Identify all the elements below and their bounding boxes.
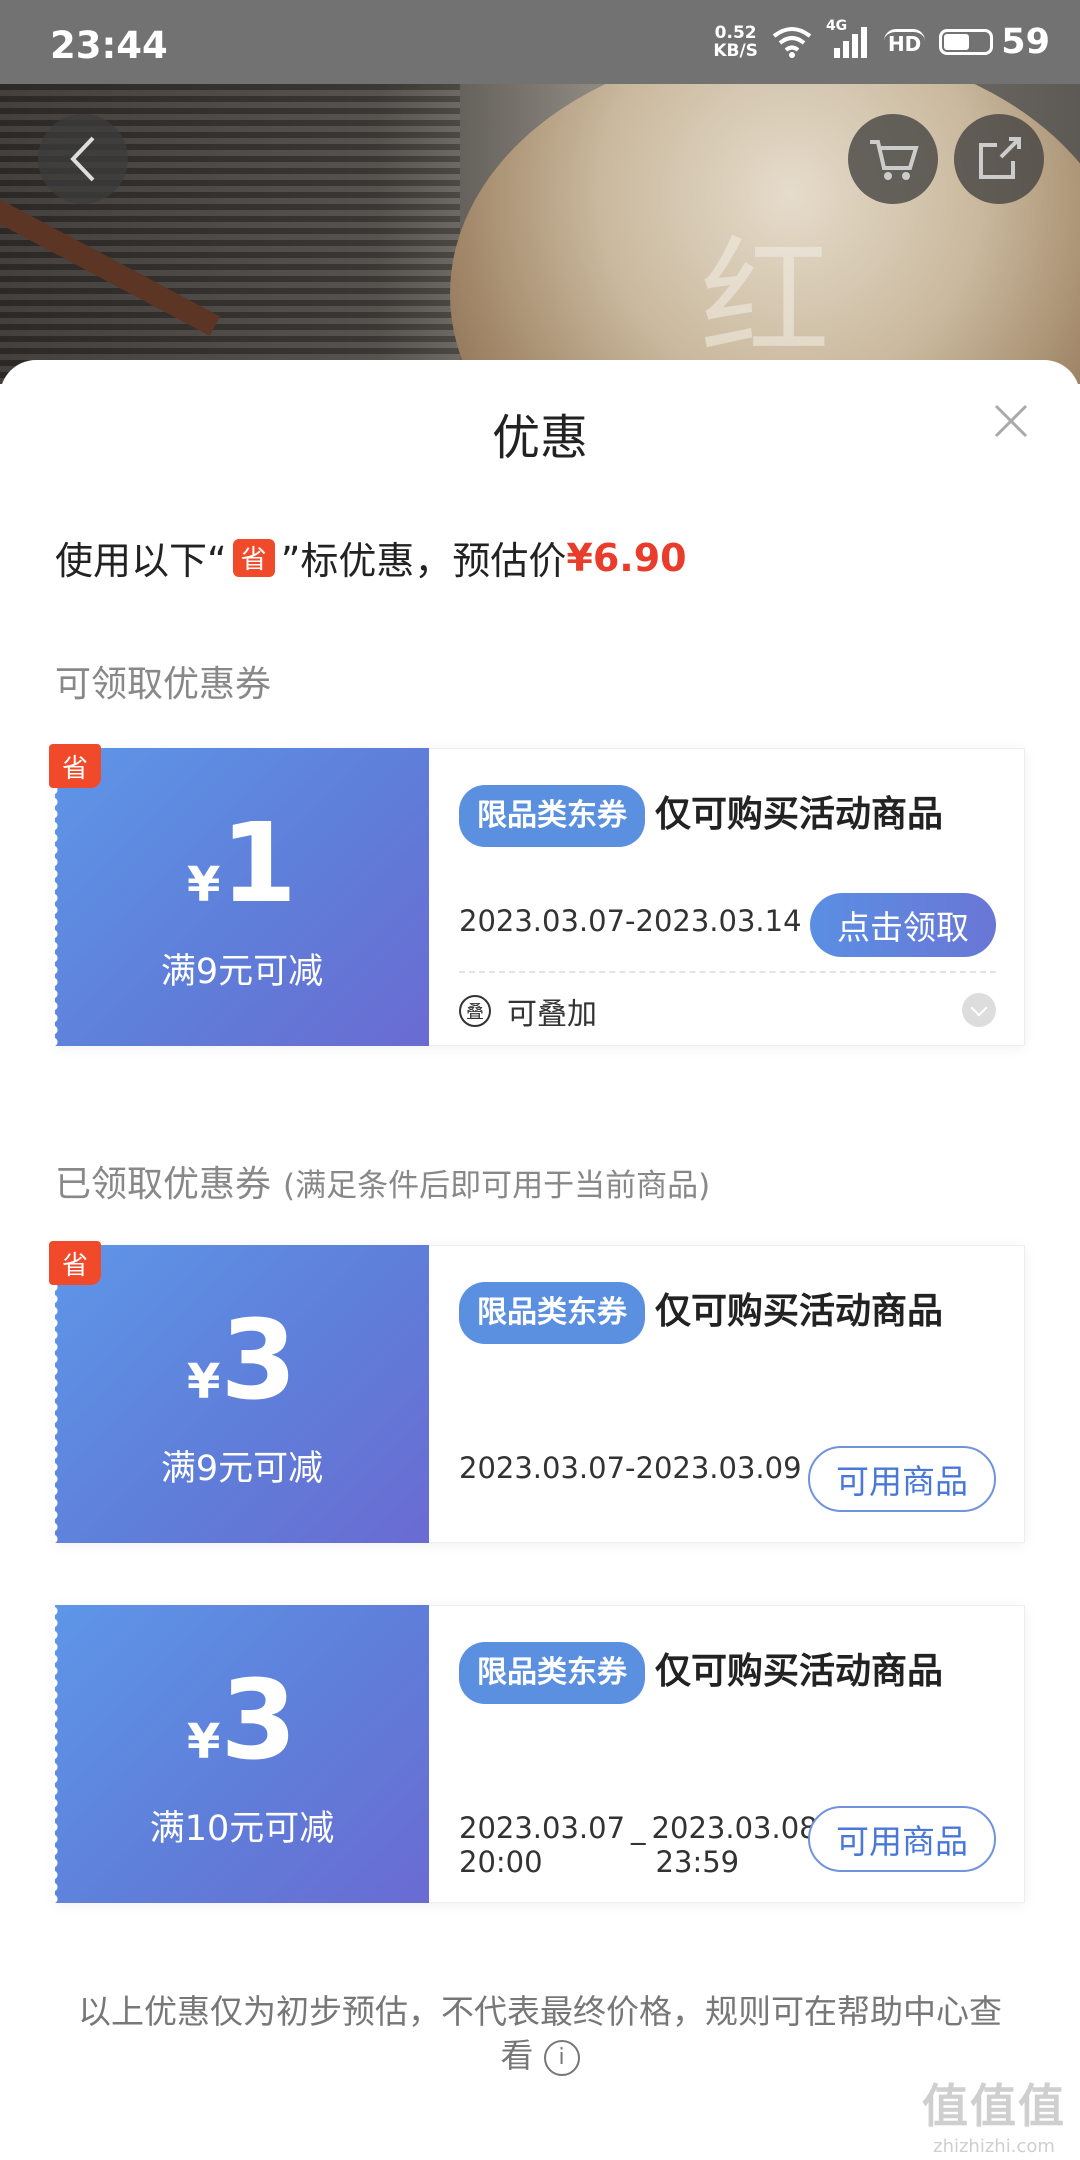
claimed-note: (满足条件后即可用于当前商品) — [283, 1168, 711, 1204]
coupon-title: 限品类东券 仅可购买活动商品 — [459, 785, 979, 847]
info-icon[interactable]: i — [543, 2039, 580, 2076]
coupon-amount: ¥3 — [55, 1665, 429, 1775]
watermark: 值值值 zhizhizhi.com — [922, 2070, 1066, 2157]
coupon-value-panel: ¥1 满9元可减 — [53, 748, 429, 1046]
start-time: 20:00 — [459, 1845, 543, 1879]
coupon-date-range: 2023.03.07 20:00 _ 2023.03.08 23:59 — [459, 1811, 818, 1879]
coupon-card: ¥1 满9元可减 省 限品类东券 仅可购买活动商品 2023.03.07-2023… — [49, 744, 1025, 1046]
estimated-price: ¥6.90 — [566, 535, 687, 580]
coupon-yen: ¥ — [187, 857, 221, 913]
wifi-icon — [772, 27, 812, 58]
battery-level: 59 — [1001, 22, 1050, 62]
coupon-amount: ¥3 — [55, 1305, 429, 1415]
discount-sheet: 优惠 使用以下“ 省 ”标优惠，预估价 ¥6.90 可领取优惠券 ¥1 满9元可… — [0, 360, 1080, 2160]
end-time: 23:59 — [655, 1845, 740, 1879]
claimed-section-title: 已领取优惠券 (满足条件后即可用于当前商品) — [55, 1155, 710, 1207]
price-summary: 使用以下“ 省 ”标优惠，预估价 ¥6.90 — [55, 530, 687, 585]
status-time: 23:44 — [50, 24, 168, 67]
claimed-title-text: 已领取优惠券 — [55, 1164, 272, 1205]
coupon-detail-panel: 限品类东券 仅可购买活动商品 2023.03.07 20:00 _ 2023.03… — [429, 1605, 1025, 1903]
coupon-value-panel: ¥3 满9元可减 — [53, 1245, 429, 1543]
claim-coupon-button[interactable]: 点击领取 — [810, 893, 996, 957]
coupon-detail-panel: 限品类东券 仅可购买活动商品 2023.03.07-2023.03.14 点击领取… — [429, 748, 1025, 1046]
coupon-detail-panel: 限品类东券 仅可购买活动商品 2023.03.07-2023.03.09 可用商品 — [429, 1245, 1025, 1543]
save-badge-icon: 省 — [49, 744, 101, 788]
divider — [459, 971, 996, 973]
network-speed: 0.52 KB/S — [713, 24, 758, 60]
stackable-text: 可叠加 — [507, 997, 597, 1032]
coupon-yen: ¥ — [187, 1714, 221, 1770]
coupon-tag: 限品类东券 — [459, 1642, 645, 1704]
network-speed-value: 0.52 — [714, 23, 757, 43]
coupon-value-panel: ¥3 满10元可减 — [53, 1605, 429, 1903]
coupon-amount-value: 3 — [220, 1296, 297, 1424]
summary-middle: ”标优惠，预估价 — [280, 539, 567, 583]
close-icon[interactable] — [986, 396, 1036, 446]
watermark-logo: 值值值 — [922, 2079, 1066, 2133]
date-separator: _ — [631, 1811, 646, 1845]
coupon-tag: 限品类东券 — [459, 1282, 645, 1344]
claimable-section-title: 可领取优惠券 — [55, 664, 272, 705]
cell-signal-icon: 4G — [826, 18, 870, 60]
hd-label: HD — [887, 31, 922, 56]
stackable-label: 叠 可叠加 — [459, 989, 597, 1033]
coupon-end: 2023.03.08 23:59 — [652, 1811, 818, 1879]
back-button[interactable] — [38, 114, 128, 204]
coupon-yen: ¥ — [187, 1354, 221, 1410]
coupon-amount: ¥1 — [55, 808, 429, 918]
coupon-title-text: 仅可购买活动商品 — [655, 1651, 944, 1692]
status-icons: 0.52 KB/S 4G HD 59 — [713, 18, 1050, 62]
coupon-start: 2023.03.07 20:00 — [459, 1811, 625, 1879]
coupon-title-text: 仅可购买活动商品 — [655, 794, 944, 835]
network-speed-unit: KB/S — [713, 41, 758, 61]
coupon-condition: 满9元可减 — [160, 1449, 324, 1489]
coupon-amount-value: 1 — [220, 799, 297, 927]
status-bar: 23:44 0.52 KB/S 4G HD 59 — [0, 0, 1080, 84]
watermark-url: zhizhizhi.com — [933, 2136, 1055, 2157]
image-overlay-char: 红 — [700, 223, 831, 375]
share-button[interactable] — [954, 114, 1044, 204]
disclaimer: 以上优惠仅为初步预估，不代表最终价格，规则可在帮助中心查看 i — [70, 1990, 1010, 2078]
end-date: 2023.03.08 — [651, 1811, 818, 1845]
save-badge-icon: 省 — [49, 1241, 101, 1285]
cart-icon — [870, 140, 919, 180]
product-image-background: 红 — [0, 84, 1080, 384]
save-badge-icon: 省 — [232, 538, 275, 577]
coupon-card: ¥3 满9元可减 省 限品类东券 仅可购买活动商品 2023.03.07-2023… — [49, 1241, 1025, 1543]
coupon-date: 2023.03.07-2023.03.14 — [459, 904, 802, 938]
coupon-condition: 满10元可减 — [149, 1809, 335, 1849]
available-products-button[interactable]: 可用商品 — [808, 1806, 996, 1872]
share-icon — [979, 137, 1021, 179]
coupon-condition: 满9元可减 — [160, 952, 324, 992]
cart-button[interactable] — [848, 114, 938, 204]
stack-icon: 叠 — [459, 995, 491, 1027]
coupon-amount-value: 3 — [220, 1656, 297, 1784]
sheet-title: 优惠 — [491, 410, 588, 466]
battery-indicator: 59 — [939, 22, 1050, 62]
disclaimer-text: 以上优惠仅为初步预估，不代表最终价格，规则可在帮助中心查看 — [78, 1992, 1002, 2075]
coupon-card: ¥3 满10元可减 限品类东券 仅可购买活动商品 2023.03.07 20:00… — [53, 1605, 1025, 1903]
coupon-title: 限品类东券 仅可购买活动商品 — [459, 1642, 979, 1704]
chevron-down-icon[interactable] — [962, 993, 996, 1027]
hd-icon: HD — [883, 28, 926, 56]
coupon-title-text: 仅可购买活动商品 — [655, 1291, 944, 1332]
coupon-tag: 限品类东券 — [459, 785, 645, 847]
start-date: 2023.03.07 — [459, 1811, 626, 1845]
chevron-left-icon — [70, 136, 95, 182]
summary-prefix: 使用以下“ — [55, 539, 227, 583]
coupon-title: 限品类东券 仅可购买活动商品 — [459, 1282, 979, 1344]
available-products-button[interactable]: 可用商品 — [808, 1446, 996, 1512]
battery-icon — [939, 29, 994, 55]
coupon-date: 2023.03.07-2023.03.09 — [459, 1451, 802, 1485]
